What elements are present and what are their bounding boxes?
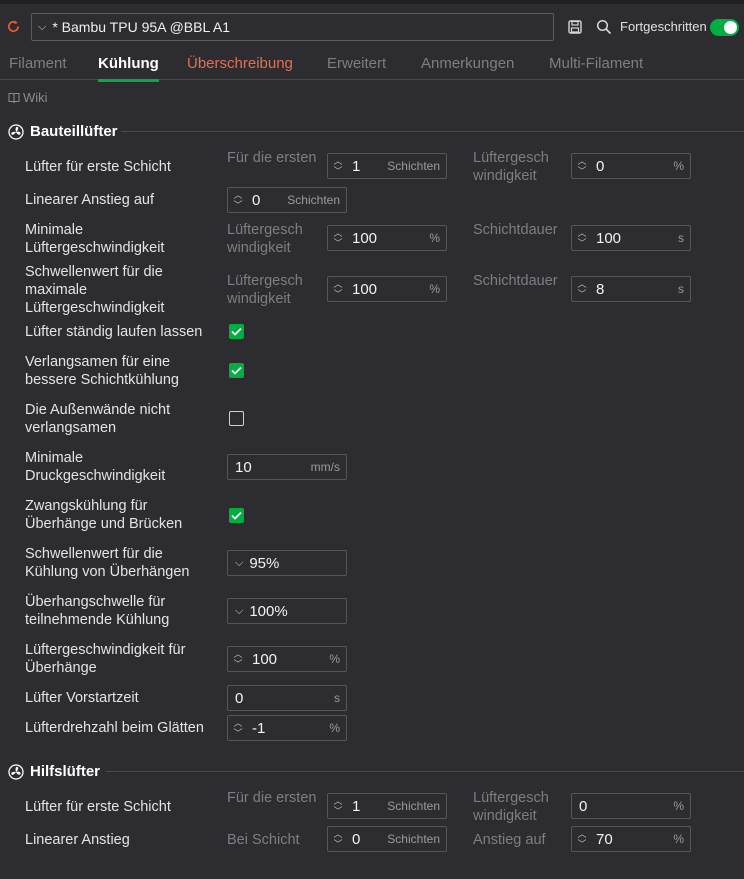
overhang-participate-dropdown[interactable]: ⌵ 100% — [227, 598, 347, 624]
spinner-icon[interactable]: ︿ ﹀ — [331, 228, 345, 248]
spinner-icon[interactable]: ︿ ﹀ — [331, 796, 345, 816]
ramp-input[interactable]: ︿ ﹀ 0 Schichten — [227, 187, 347, 213]
first-layer-speed-input[interactable]: ︿ ﹀ 0 % — [571, 153, 691, 179]
tab-cooling[interactable]: Kühlung — [98, 55, 159, 82]
force-cooling-label: Zwangskühlung für Überhänge und Brücken — [25, 498, 183, 532]
aux-ramp-to-input[interactable]: ︿ ﹀ 70 % — [571, 826, 691, 852]
overhang-threshold-label: Schwellenwert für die Kühlung von Überhä… — [25, 546, 190, 580]
spinner-icon[interactable]: ︿ ﹀ — [331, 156, 345, 176]
spinner-icon[interactable]: ︿ ﹀ — [575, 228, 589, 248]
section-aux-fan-header: Hilfslüfter — [8, 763, 100, 780]
fan-icon — [8, 763, 24, 780]
aux-ramp-label: Linearer Anstieg — [25, 832, 130, 848]
section-aux-fan-title: Hilfslüfter — [30, 763, 101, 780]
first-layer-speed-label: Lüftergeschwindigkeit — [473, 150, 549, 184]
max-fan-speed-label: Lüftergeschwindigkeit — [227, 273, 303, 307]
wiki-link[interactable]: Wiki — [8, 90, 48, 105]
chevron-down-icon: ⌵ — [235, 604, 244, 617]
aux-first-layer-count-input[interactable]: ︿ ﹀ 1 Schichten — [327, 793, 447, 819]
max-fan-speed-input[interactable]: ︿ ﹀ 100 % — [327, 276, 447, 302]
tab-advanced[interactable]: Erweitert — [327, 55, 386, 72]
first-layer-count-input[interactable]: ︿ ﹀ 1 Schichten — [327, 153, 447, 179]
spinner-icon[interactable]: ︿ ﹀ — [231, 649, 245, 669]
tab-bar: Filament Kühlung Überschreibung Erweiter… — [0, 48, 744, 82]
aux-first-layer-speed-input[interactable]: 0 % — [571, 793, 691, 819]
search-icon[interactable] — [596, 19, 612, 39]
spinner-icon[interactable]: ︿ ﹀ — [231, 190, 245, 210]
section-part-fan-header: Bauteillüfter — [8, 123, 118, 140]
min-fan-layer-label: Schichtdauer — [473, 222, 558, 238]
ramp-label: Linearer Anstieg auf — [25, 192, 154, 208]
spinner-icon[interactable]: ︿ ﹀ — [331, 829, 345, 849]
aux-ramp-to-label: Anstieg auf — [473, 832, 546, 848]
aux-first-layer-label: Lüfter für erste Schicht — [25, 799, 171, 815]
no-slow-outer-checkbox[interactable] — [229, 411, 244, 426]
min-fan-speed-input[interactable]: ︿ ﹀ 100 % — [327, 225, 447, 251]
force-cooling-checkbox[interactable] — [229, 508, 244, 523]
tab-notes[interactable]: Anmerkungen — [421, 55, 514, 72]
chevron-down-icon: ⌵ — [235, 556, 244, 569]
advanced-toggle[interactable] — [710, 19, 739, 36]
tab-multi-filament[interactable]: Multi-Filament — [549, 55, 643, 72]
aux-first-layer-speed-label: Lüftergeschwindigkeit — [473, 790, 549, 824]
slow-down-label: Verlangsamen für eine bessere Schichtküh… — [25, 354, 179, 388]
top-strip — [0, 0, 744, 4]
min-speed-label: Minimale Druckgeschwindigkeit — [25, 450, 166, 484]
section-part-fan-title: Bauteillüfter — [30, 123, 118, 140]
book-icon — [8, 92, 20, 103]
min-speed-input[interactable]: 10 mm/s — [227, 454, 347, 480]
fan-icon — [8, 123, 24, 140]
checkmark-icon — [231, 511, 242, 520]
checkmark-icon — [231, 366, 242, 375]
keep-fan-checkbox[interactable] — [229, 324, 244, 339]
first-layer-fan-label: Lüfter für erste Schicht — [25, 159, 171, 175]
wiki-label: Wiki — [23, 90, 48, 105]
spinner-icon[interactable]: ︿ ﹀ — [231, 718, 245, 738]
max-fan-layer-input[interactable]: ︿ ﹀ 8 s — [571, 276, 691, 302]
preset-name: * Bambu TPU 95A @BBL A1 — [52, 19, 230, 35]
tab-filament[interactable]: Filament — [9, 55, 67, 72]
overhang-participate-label: Überhangschwelle für teilnehmende Kühlun… — [25, 594, 170, 628]
section-divider — [121, 131, 744, 132]
overhang-fan-label: Lüftergeschwindigkeit für Überhänge — [25, 642, 186, 676]
spinner-icon[interactable]: ︿ ﹀ — [575, 279, 589, 299]
min-fan-layer-input[interactable]: ︿ ﹀ 100 s — [571, 225, 691, 251]
max-fan-layer-label: Schichtdauer — [473, 273, 558, 289]
max-fan-label: Schwellenwert für die maximale Lüfterges… — [25, 264, 165, 316]
spinner-icon[interactable]: ︿ ﹀ — [575, 829, 589, 849]
min-fan-speed-label: Lüftergeschwindigkeit — [227, 222, 303, 256]
overhang-fan-input[interactable]: ︿ ﹀ 100 % — [227, 646, 347, 672]
no-slow-outer-label: Die Außenwände nicht verlangsamen — [25, 402, 171, 436]
ironing-fan-input[interactable]: ︿ ﹀ -1 % — [227, 715, 347, 741]
checkmark-icon — [231, 327, 242, 336]
pre-start-input[interactable]: 0 s — [227, 685, 347, 711]
tab-override[interactable]: Überschreibung — [187, 55, 293, 72]
spinner-icon[interactable]: ︿ ﹀ — [575, 156, 589, 176]
chevron-down-icon: ⌵ — [38, 20, 47, 33]
aux-ramp-at-input[interactable]: ︿ ﹀ 0 Schichten — [327, 826, 447, 852]
first-layer-for-label: Für die ersten — [227, 150, 317, 166]
section-divider — [106, 771, 744, 772]
advanced-label: Fortgeschritten — [620, 19, 707, 34]
overhang-threshold-dropdown[interactable]: ⌵ 95% — [227, 550, 347, 576]
pre-start-label: Lüfter Vorstartzeit — [25, 690, 139, 706]
ironing-fan-label: Lüfterdrehzahl beim Glätten — [25, 720, 204, 736]
keep-fan-label: Lüfter ständig laufen lassen — [25, 324, 203, 340]
aux-first-layer-for-label: Für die ersten — [227, 790, 317, 806]
refresh-icon[interactable] — [6, 19, 21, 38]
spinner-icon[interactable]: ︿ ﹀ — [331, 279, 345, 299]
slow-down-checkbox[interactable] — [229, 363, 244, 378]
save-icon[interactable] — [567, 19, 583, 39]
preset-selector[interactable]: ⌵ * Bambu TPU 95A @BBL A1 — [31, 13, 554, 41]
min-fan-label: Minimale Lüftergeschwindigkeit — [25, 222, 165, 256]
aux-ramp-at-label: Bei Schicht — [227, 832, 300, 848]
